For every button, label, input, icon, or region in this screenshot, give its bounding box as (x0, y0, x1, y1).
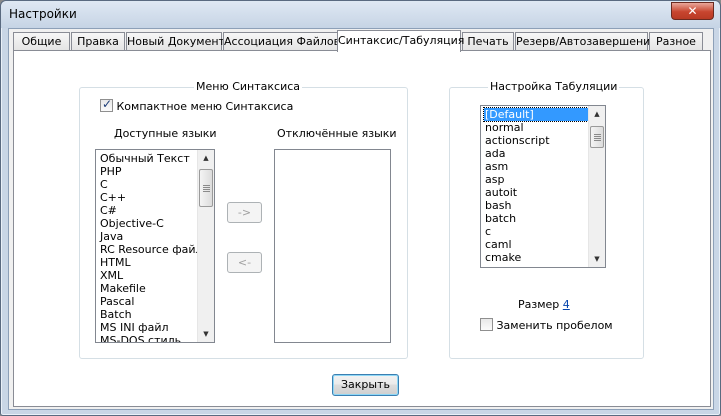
list-item[interactable]: Java (99, 230, 203, 243)
tab-syntax-tabulation[interactable]: Синтаксис/Табуляция (337, 30, 465, 52)
window-close-button[interactable]: ✕ (671, 2, 714, 20)
move-to-available-button[interactable]: <- (227, 252, 262, 273)
syntax-menu-title: Меню Синтаксиса (194, 80, 303, 93)
list-item[interactable]: normal (484, 121, 588, 134)
replace-with-spaces-label: Заменить пробелом (496, 319, 613, 332)
list-item[interactable]: MS-DOS стиль (99, 334, 203, 342)
list-item[interactable]: MS INI файл (99, 321, 203, 334)
tab-file-association[interactable]: Ассоциация Файлов (223, 32, 340, 51)
tab-settings-group: Настройка Табуляции [Default] normal actio… (449, 80, 644, 359)
available-languages-list[interactable]: Обычный Текст PHP C C++ C# Objective-C Java RC … (95, 149, 215, 343)
tab-edit[interactable]: Правка (71, 32, 125, 51)
settings-window: Настройки ✕ Общие Правка Новый Документ … (0, 0, 721, 416)
syntax-tab-panel: Меню Синтаксиса Компактное меню Синтакси… (13, 50, 711, 407)
disabled-languages-list[interactable] (274, 149, 391, 343)
scroll-up-arrow-icon[interactable]: ▲ (589, 106, 605, 122)
tab-size-row: Размер 4 (518, 298, 570, 311)
list-item[interactable]: Pascal (99, 295, 203, 308)
list-item[interactable]: actionscript (484, 134, 588, 147)
scroll-thumb[interactable] (199, 169, 213, 207)
list-item[interactable]: C++ (99, 191, 203, 204)
scroll-down-arrow-icon[interactable]: ▼ (198, 326, 214, 342)
list-item[interactable]: Batch (99, 308, 203, 321)
tab-size-label: Размер (518, 298, 560, 311)
tab-label: Синтаксис/Табуляция (338, 34, 465, 47)
list-item[interactable]: XML (99, 269, 203, 282)
compact-menu-checkbox[interactable] (100, 97, 113, 112)
list-item[interactable]: autoit (484, 186, 588, 199)
tab-languages-list[interactable]: [Default] normal actionscript ada asm asp auto… (480, 105, 606, 268)
tab-general[interactable]: Общие (13, 32, 70, 51)
tab-label: Правка (77, 35, 119, 48)
disabled-languages-label: Отключённые языки (277, 127, 397, 140)
list-item[interactable]: c (484, 225, 588, 238)
scroll-up-arrow-icon[interactable]: ▲ (198, 150, 214, 166)
tab-list-scrollbar[interactable]: ▲ ▼ (588, 106, 605, 267)
title-bar[interactable]: Настройки ✕ (1, 1, 720, 28)
scroll-down-arrow-icon[interactable]: ▼ (589, 251, 605, 267)
tab-label: Резерв/Автозавершение (516, 35, 658, 48)
window-title: Настройки (9, 7, 77, 21)
tab-settings-title: Настройка Табуляции (488, 80, 620, 93)
grip-icon (594, 134, 601, 141)
dialog-client-area: Общие Правка Новый Документ Ассоциация Ф… (8, 28, 714, 410)
list-item[interactable]: C (99, 178, 203, 191)
grip-icon (203, 185, 210, 192)
list-item[interactable]: cmake (484, 251, 588, 264)
close-button[interactable]: Закрыть (332, 374, 399, 396)
tab-label: Ассоциация Файлов (224, 35, 341, 48)
list-item[interactable]: asp (484, 173, 588, 186)
tab-languages-items: [Default] normal actionscript ada asm asp auto… (483, 107, 589, 264)
replace-with-spaces-checkbox[interactable] (480, 318, 493, 331)
tab-backup-autocomplete[interactable]: Резерв/Автозавершение (515, 32, 657, 51)
available-languages-items: Обычный Текст PHP C C++ C# Objective-C Java RC … (99, 152, 203, 342)
tab-print[interactable]: Печать (462, 32, 514, 51)
list-item[interactable]: Makefile (99, 282, 203, 295)
scroll-thumb[interactable] (590, 126, 604, 148)
list-item[interactable]: batch (484, 212, 588, 225)
list-item[interactable]: Обычный Текст (99, 152, 203, 165)
tab-label: Печать (467, 35, 509, 48)
list-item[interactable]: Objective-C (99, 217, 203, 230)
list-item[interactable]: C# (99, 204, 203, 217)
list-item[interactable]: asm (484, 160, 588, 173)
tab-size-link[interactable]: 4 (563, 298, 570, 311)
tab-strip: Общие Правка Новый Документ Ассоциация Ф… (13, 30, 711, 52)
tab-new-document[interactable]: Новый Документ (126, 32, 225, 51)
list-item[interactable]: ada (484, 147, 588, 160)
tab-label: Разное (656, 35, 696, 48)
syntax-menu-group: Меню Синтаксиса Компактное меню Синтакси… (79, 80, 408, 359)
list-item[interactable]: bash (484, 199, 588, 212)
move-to-disabled-button[interactable]: -> (227, 202, 262, 223)
list-item[interactable]: PHP (99, 165, 203, 178)
tab-label: Общие (21, 35, 62, 48)
close-icon: ✕ (687, 4, 698, 18)
compact-menu-option[interactable]: Компактное меню Синтаксиса (100, 97, 294, 113)
available-list-scrollbar[interactable]: ▲ ▼ (197, 150, 214, 342)
list-item[interactable]: [Default] (483, 107, 589, 122)
replace-with-spaces-option[interactable]: Заменить пробелом (480, 318, 613, 332)
compact-menu-label: Компактное меню Синтаксиса (116, 100, 294, 113)
tab-misc[interactable]: Разное (649, 32, 703, 51)
available-languages-label: Доступные языки (114, 127, 217, 140)
list-item[interactable]: caml (484, 238, 588, 251)
list-item[interactable]: HTML (99, 256, 203, 269)
tab-label: Новый Документ (127, 35, 225, 48)
list-item[interactable]: RC Resource файл (99, 243, 203, 256)
